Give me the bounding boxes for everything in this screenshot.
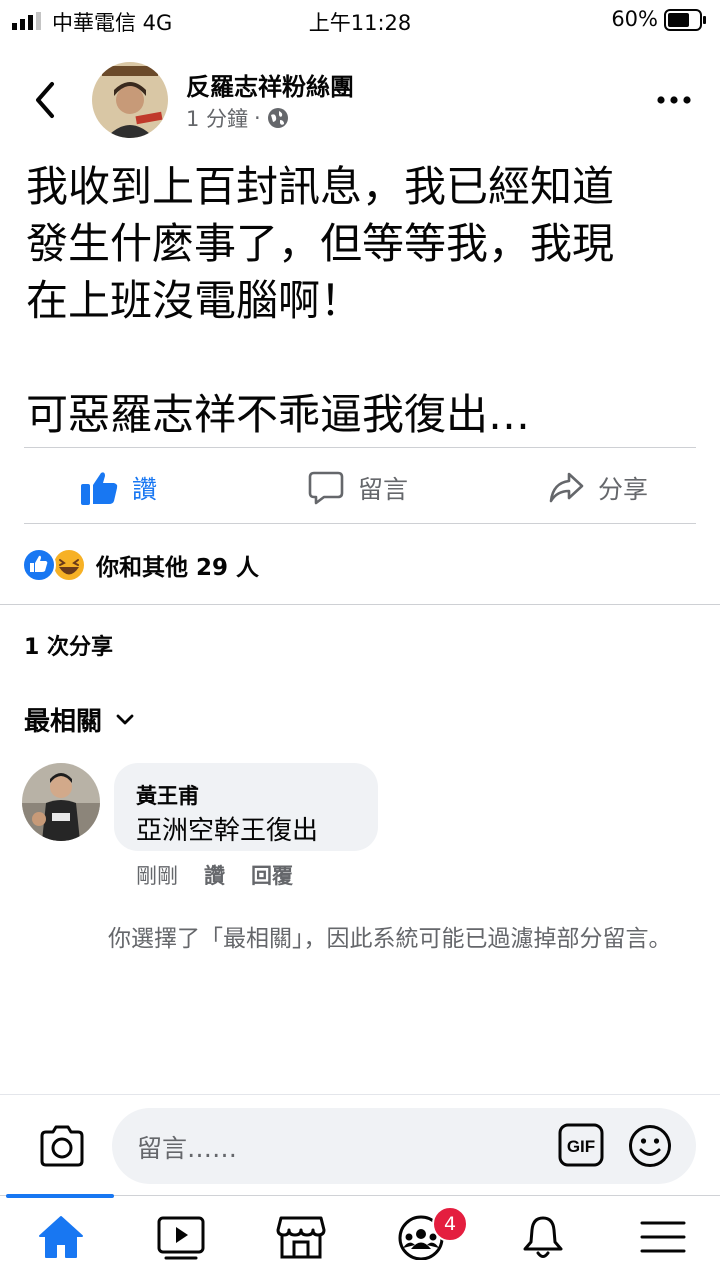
- comment-icon: [308, 471, 344, 505]
- comment-label: 留言: [358, 475, 409, 504]
- home-tab-icon[interactable]: [36, 1214, 86, 1260]
- chevron-down-icon: [116, 714, 134, 724]
- reactions-summary[interactable]: 你和其他 29 人: [22, 548, 259, 582]
- reaction-icons: [22, 548, 86, 582]
- page-name[interactable]: 反羅志祥粉絲團: [186, 67, 354, 102]
- share-button[interactable]: 分享: [548, 468, 648, 508]
- filter-note: 你選擇了「最相關」，因此系統可能已過濾掉部分留言。: [108, 926, 672, 952]
- comment-text: 亞洲空幹王復出: [136, 816, 319, 846]
- comment-actions: 剛剛 讚 回覆: [136, 860, 293, 890]
- divider: [24, 523, 696, 524]
- commenter-avatar[interactable]: [22, 763, 100, 841]
- comment-button[interactable]: 留言: [308, 468, 408, 508]
- globe-icon: [267, 108, 288, 128]
- more-options-icon[interactable]: [656, 94, 692, 106]
- notifications-tab-icon[interactable]: [518, 1214, 568, 1260]
- comment-author[interactable]: 黃王甫: [136, 780, 199, 810]
- reactions-count: 你和其他 29 人: [96, 555, 260, 581]
- emoji-icon[interactable]: [628, 1124, 672, 1168]
- gif-label: GIF: [567, 1137, 595, 1156]
- sort-label: 最相關: [24, 707, 103, 737]
- comment-time: 剛剛: [136, 864, 178, 888]
- camera-icon[interactable]: [38, 1124, 86, 1168]
- back-arrow-icon[interactable]: [30, 80, 66, 120]
- shares-count[interactable]: 1 次分享: [24, 629, 113, 661]
- comment-reply-button[interactable]: 回覆: [251, 860, 293, 890]
- page-avatar[interactable]: [92, 62, 168, 138]
- post-time[interactable]: 1 分鐘: [186, 103, 248, 133]
- gif-icon[interactable]: GIF: [558, 1123, 604, 1167]
- share-icon: [549, 472, 584, 503]
- meta-separator: ·: [254, 106, 261, 130]
- comment-input-placeholder[interactable]: 留言……: [137, 1129, 237, 1165]
- like-button[interactable]: 讚: [80, 468, 157, 508]
- section-divider: [0, 604, 720, 605]
- divider: [24, 447, 696, 448]
- active-tab-indicator: [6, 1194, 114, 1198]
- battery-percent: 60%: [611, 7, 658, 31]
- thumbs-up-icon: [81, 472, 118, 505]
- groups-notification-badge: 4: [432, 1206, 468, 1242]
- post-text: 我收到上百封訊息，我已經知道 發生什麼事了，但等等我，我現 在上班沒電腦啊！ 可…: [26, 162, 615, 439]
- like-label: 讚: [132, 475, 158, 504]
- share-label: 分享: [598, 475, 649, 504]
- post-meta: 1 分鐘 ·: [186, 103, 289, 133]
- comment-sort-dropdown[interactable]: 最相關: [24, 701, 134, 738]
- menu-tab-icon[interactable]: [638, 1214, 688, 1260]
- status-bar: 中華電信 4G 上午11:28 60%: [0, 0, 720, 40]
- battery-icon: [664, 9, 706, 31]
- comment-like-button[interactable]: 讚: [204, 860, 225, 890]
- marketplace-tab-icon[interactable]: [276, 1214, 326, 1260]
- bottom-tab-bar: [0, 1195, 720, 1281]
- watch-tab-icon[interactable]: [156, 1214, 206, 1260]
